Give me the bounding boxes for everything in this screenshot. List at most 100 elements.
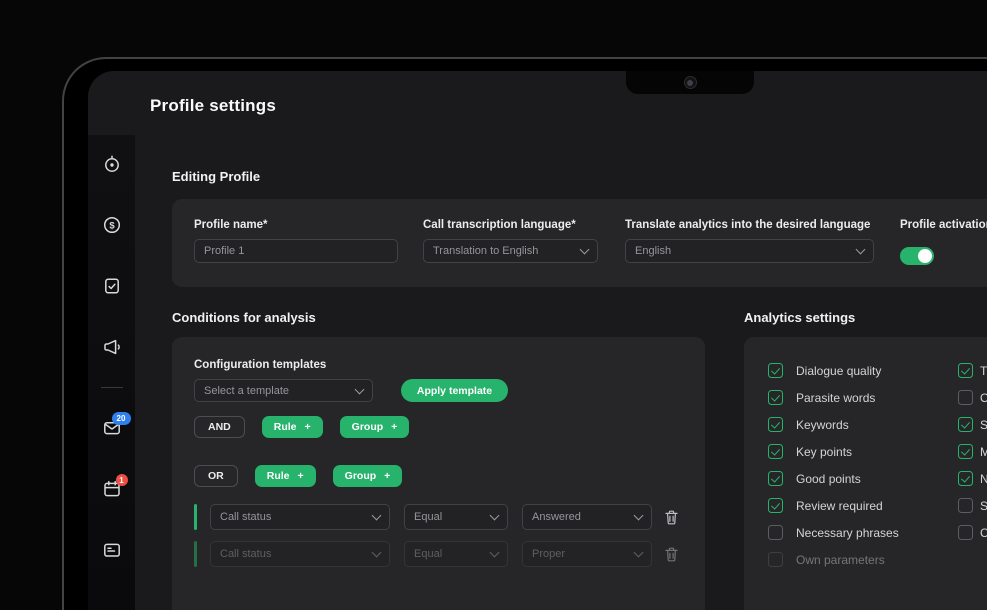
analytics-option-dialogue-quality[interactable]: Dialogue quality [768, 357, 958, 384]
analytics-option-label: Necessary phrases [796, 526, 899, 540]
app-header: Profile settings [88, 71, 987, 135]
dollar-icon: $ [102, 222, 122, 239]
profile-activation-toggle[interactable] [900, 247, 934, 265]
analytics-option[interactable]: S [958, 492, 987, 519]
sidebar-divider [101, 387, 123, 388]
checkbox-icon [768, 471, 783, 486]
checkbox-icon [958, 444, 973, 459]
analytics-option-key-points[interactable]: Key points [768, 438, 958, 465]
analytics-option-necessary-phrases[interactable]: Necessary phrases [768, 519, 958, 546]
analytics-option-label: Review required [796, 499, 883, 513]
add-group-button[interactable]: Group + [340, 416, 410, 438]
condition-operator-select[interactable]: Equal [404, 504, 508, 530]
condition-operator-select[interactable]: Equal [404, 541, 508, 567]
plus-icon: + [298, 470, 304, 482]
checkbox-icon [768, 444, 783, 459]
checkbox-icon [958, 525, 973, 540]
svg-text:$: $ [109, 221, 115, 232]
or-group-row: OR Rule + Group + [194, 465, 683, 487]
template-select[interactable]: Select a template [194, 379, 373, 402]
profile-activation-label: Profile activation [900, 219, 987, 231]
analytics-option[interactable]: O [958, 384, 987, 411]
add-group-label: Group [352, 421, 384, 433]
sidebar: $ [88, 135, 135, 610]
transcription-language-value: Translation to English [433, 245, 538, 257]
template-select-value: Select a template [204, 385, 289, 397]
condition-field-select[interactable]: Call status [210, 541, 390, 567]
analytics-option-label: N [980, 472, 987, 486]
chevron-down-icon [856, 245, 866, 255]
main-content: Editing Profile Profile name* Call trans… [135, 135, 987, 610]
analytics-option-label: Keywords [796, 418, 849, 432]
profile-name-input[interactable] [194, 239, 398, 263]
condition-value-select[interactable]: Answered [522, 504, 652, 530]
camera-notch [626, 71, 754, 94]
sidebar-item-tasks[interactable] [102, 276, 122, 296]
condition-operator-value: Equal [414, 511, 442, 523]
condition-row: Call status Equal Proper [194, 541, 683, 567]
clipboard-check-icon [102, 283, 122, 300]
analytics-option-good-points[interactable]: Good points [768, 465, 958, 492]
add-group-button[interactable]: Group + [333, 465, 403, 487]
chevron-down-icon [634, 548, 644, 558]
sidebar-item-cards[interactable] [102, 540, 122, 560]
analytics-option-label: M [980, 445, 987, 459]
plus-icon: + [384, 470, 390, 482]
analytics-option-review-required[interactable]: Review required [768, 492, 958, 519]
checkbox-icon [958, 417, 973, 432]
add-rule-button[interactable]: Rule + [262, 416, 323, 438]
analytics-option[interactable]: T [958, 357, 987, 384]
mail-icon [102, 425, 122, 442]
condition-field-value: Call status [220, 548, 271, 560]
sidebar-item-billing[interactable]: $ [102, 215, 122, 235]
conditions-heading: Conditions for analysis [172, 310, 705, 325]
analytics-option[interactable]: S [958, 411, 987, 438]
and-group-row: AND Rule + Group + [194, 416, 683, 438]
analytics-option-parasite-words[interactable]: Parasite words [768, 384, 958, 411]
add-rule-label: Rule [274, 421, 297, 433]
analytics-option-label: Dialogue quality [796, 364, 881, 378]
sidebar-item-goals[interactable] [102, 154, 122, 174]
chevron-down-icon [490, 548, 500, 558]
chevron-down-icon [634, 511, 644, 521]
condition-field-select[interactable]: Call status [210, 504, 390, 530]
condition-value-select[interactable]: Proper [522, 541, 652, 567]
transcription-language-label: Call transcription language* [423, 219, 598, 231]
condition-field-value: Call status [220, 511, 271, 523]
analytics-option-label: S [980, 418, 987, 432]
analytics-option[interactable]: M [958, 438, 987, 465]
checkbox-icon [768, 417, 783, 432]
sidebar-item-messages[interactable]: 20 [102, 418, 122, 438]
sidebar-item-announcements[interactable] [102, 337, 122, 357]
and-operator-button[interactable]: AND [194, 416, 245, 438]
webcam-icon [684, 76, 697, 89]
sidebar-item-calendar[interactable]: 1 [102, 479, 122, 499]
analytics-option-own-parameters[interactable]: Own parameters [768, 546, 958, 573]
checkbox-icon [768, 363, 783, 378]
chevron-down-icon [355, 384, 365, 394]
analytics-option[interactable]: C [958, 519, 987, 546]
messages-count-badge: 20 [112, 412, 131, 425]
rule-indent-bar [194, 504, 197, 530]
analytics-option[interactable]: N [958, 465, 987, 492]
analytics-option-label: S [980, 499, 987, 513]
apply-template-button[interactable]: Apply template [401, 379, 508, 402]
laptop-frame: Profile settings $ [62, 57, 987, 610]
or-operator-button[interactable]: OR [194, 465, 238, 487]
condition-operator-value: Equal [414, 548, 442, 560]
transcription-language-select[interactable]: Translation to English [423, 239, 598, 263]
delete-condition-icon[interactable] [665, 547, 678, 562]
checkbox-icon [768, 498, 783, 513]
add-rule-label: Rule [267, 470, 290, 482]
conditions-card: Configuration templates Select a templat… [172, 337, 705, 610]
page-title: Profile settings [150, 96, 987, 116]
add-group-label: Group [345, 470, 377, 482]
delete-condition-icon[interactable] [665, 510, 678, 525]
translate-language-select[interactable]: English [625, 239, 874, 263]
add-rule-button[interactable]: Rule + [255, 465, 316, 487]
chevron-down-icon [490, 511, 500, 521]
checkbox-icon [958, 471, 973, 486]
condition-row: Call status Equal Answered [194, 504, 683, 530]
analytics-option-keywords[interactable]: Keywords [768, 411, 958, 438]
checkbox-icon [768, 552, 783, 567]
